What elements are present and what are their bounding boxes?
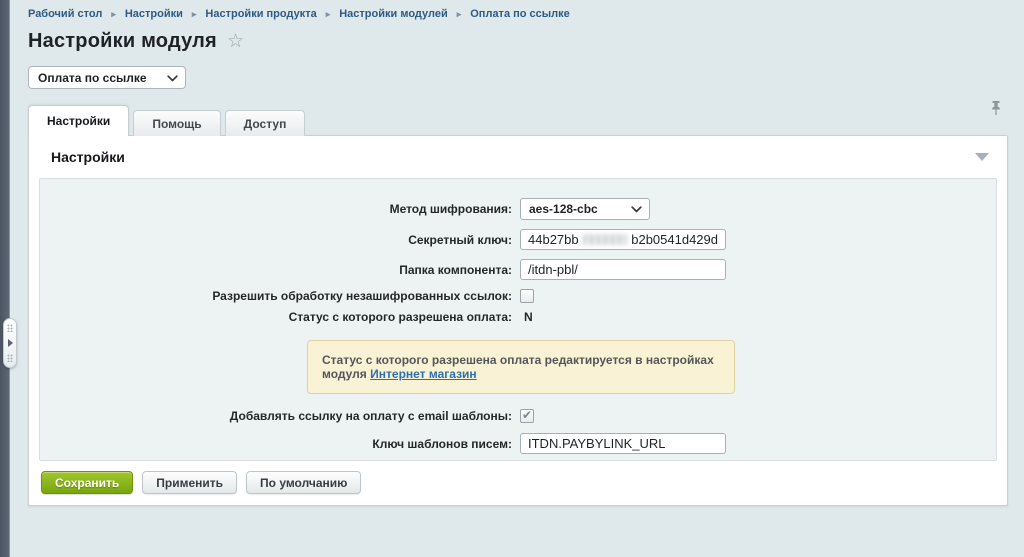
- breadcrumb: Рабочий стол ▸ Настройки ▸ Настройки про…: [28, 0, 1008, 20]
- notice-box: Статус с которого разрешена оплата редак…: [307, 340, 735, 394]
- grip-dots-icon: [7, 324, 13, 332]
- collapsed-sidebar-strip: [0, 0, 10, 557]
- save-button[interactable]: Сохранить: [41, 471, 133, 494]
- add-link-email-label: Добавлять ссылку на оплату с email шабло…: [40, 409, 518, 423]
- breadcrumb-item-desktop[interactable]: Рабочий стол: [28, 8, 102, 20]
- tab-label: Помощь: [152, 117, 201, 131]
- breadcrumb-separator-icon: ▸: [326, 9, 331, 20]
- breadcrumb-separator-icon: ▸: [111, 9, 116, 20]
- form-row-mail-template-key: Ключ шаблонов писем:: [40, 433, 996, 454]
- breadcrumb-separator-icon: ▸: [457, 9, 462, 20]
- panel-header: Настройки: [29, 136, 1007, 178]
- allow-unencrypted-label: Разрешить обработку незашифрованных ссыл…: [40, 289, 518, 303]
- expand-sidebar-arrow-icon: [8, 339, 13, 347]
- tab-label: Доступ: [244, 117, 287, 131]
- internet-shop-link[interactable]: Интернет магазин: [370, 367, 477, 381]
- grip-dots-icon: [7, 354, 13, 362]
- page-title: Настройки модуля: [28, 30, 217, 53]
- settings-panel: Настройки Метод шифрования: aes-128-cbc …: [28, 135, 1008, 506]
- form-row-encryption: Метод шифрования: aes-128-cbc: [40, 198, 996, 220]
- secret-key-label: Секретный ключ:: [40, 233, 518, 247]
- favorite-star-icon[interactable]: ☆: [227, 32, 244, 51]
- allow-unencrypted-checkbox[interactable]: [520, 289, 534, 303]
- encryption-select-wrap: aes-128-cbc: [520, 198, 650, 220]
- breadcrumb-item-pay-by-link[interactable]: Оплата по ссылке: [470, 8, 570, 20]
- default-button[interactable]: По умолчанию: [246, 471, 361, 494]
- secret-key-visible-start: 44b27bb: [528, 232, 579, 247]
- status-allowed-label: Статус с которого разрешена оплата:: [40, 310, 518, 324]
- form-row-status: Статус с которого разрешена оплата: N: [40, 310, 996, 324]
- sidebar-toggle[interactable]: [3, 318, 17, 368]
- tab-label: Настройки: [47, 114, 110, 128]
- encryption-method-select[interactable]: aes-128-cbc: [520, 198, 650, 220]
- secret-key-visible-end: b2b0541d429d: [631, 232, 718, 247]
- breadcrumb-item-module-settings[interactable]: Настройки модулей: [339, 8, 447, 20]
- form-buttons: Сохранить Применить По умолчанию: [29, 461, 1007, 504]
- mail-template-key-input[interactable]: [520, 433, 726, 454]
- form-row-allow-unencrypted: Разрешить обработку незашифрованных ссыл…: [40, 289, 996, 303]
- breadcrumb-item-settings[interactable]: Настройки: [125, 8, 183, 20]
- encryption-label: Метод шифрования:: [40, 202, 518, 216]
- main-content: Рабочий стол ▸ Настройки ▸ Настройки про…: [28, 0, 1008, 506]
- form-row-secret-key: Секретный ключ: 44b27bb b2b0541d429d: [40, 229, 996, 250]
- add-link-email-checkbox[interactable]: [520, 409, 534, 423]
- module-select[interactable]: Оплата по ссылке: [28, 66, 186, 89]
- breadcrumb-item-product-settings[interactable]: Настройки продукта: [205, 8, 316, 20]
- secret-key-input[interactable]: 44b27bb b2b0541d429d: [520, 229, 726, 250]
- component-folder-input[interactable]: [520, 259, 726, 280]
- apply-button[interactable]: Применить: [142, 471, 237, 494]
- module-select-wrap: Оплата по ссылке: [28, 66, 186, 89]
- form-row-add-link-email: Добавлять ссылку на оплату с email шабло…: [40, 409, 996, 423]
- breadcrumb-separator-icon: ▸: [192, 9, 197, 20]
- tab-help[interactable]: Помощь: [133, 110, 220, 136]
- collapse-section-arrow-icon[interactable]: [975, 153, 989, 161]
- form-row-component-folder: Папка компонента:: [40, 259, 996, 280]
- tab-access[interactable]: Доступ: [225, 110, 306, 136]
- settings-form: Метод шифрования: aes-128-cbc Секретный …: [39, 178, 997, 461]
- mail-template-key-label: Ключ шаблонов писем:: [40, 437, 518, 451]
- tab-settings[interactable]: Настройки: [28, 105, 129, 136]
- section-title: Настройки: [51, 149, 975, 165]
- status-allowed-value: N: [524, 310, 533, 324]
- secret-key-blurred-segment: [583, 234, 628, 245]
- component-folder-label: Папка компонента:: [40, 263, 518, 277]
- tabs-bar: Настройки Помощь Доступ: [28, 105, 1008, 136]
